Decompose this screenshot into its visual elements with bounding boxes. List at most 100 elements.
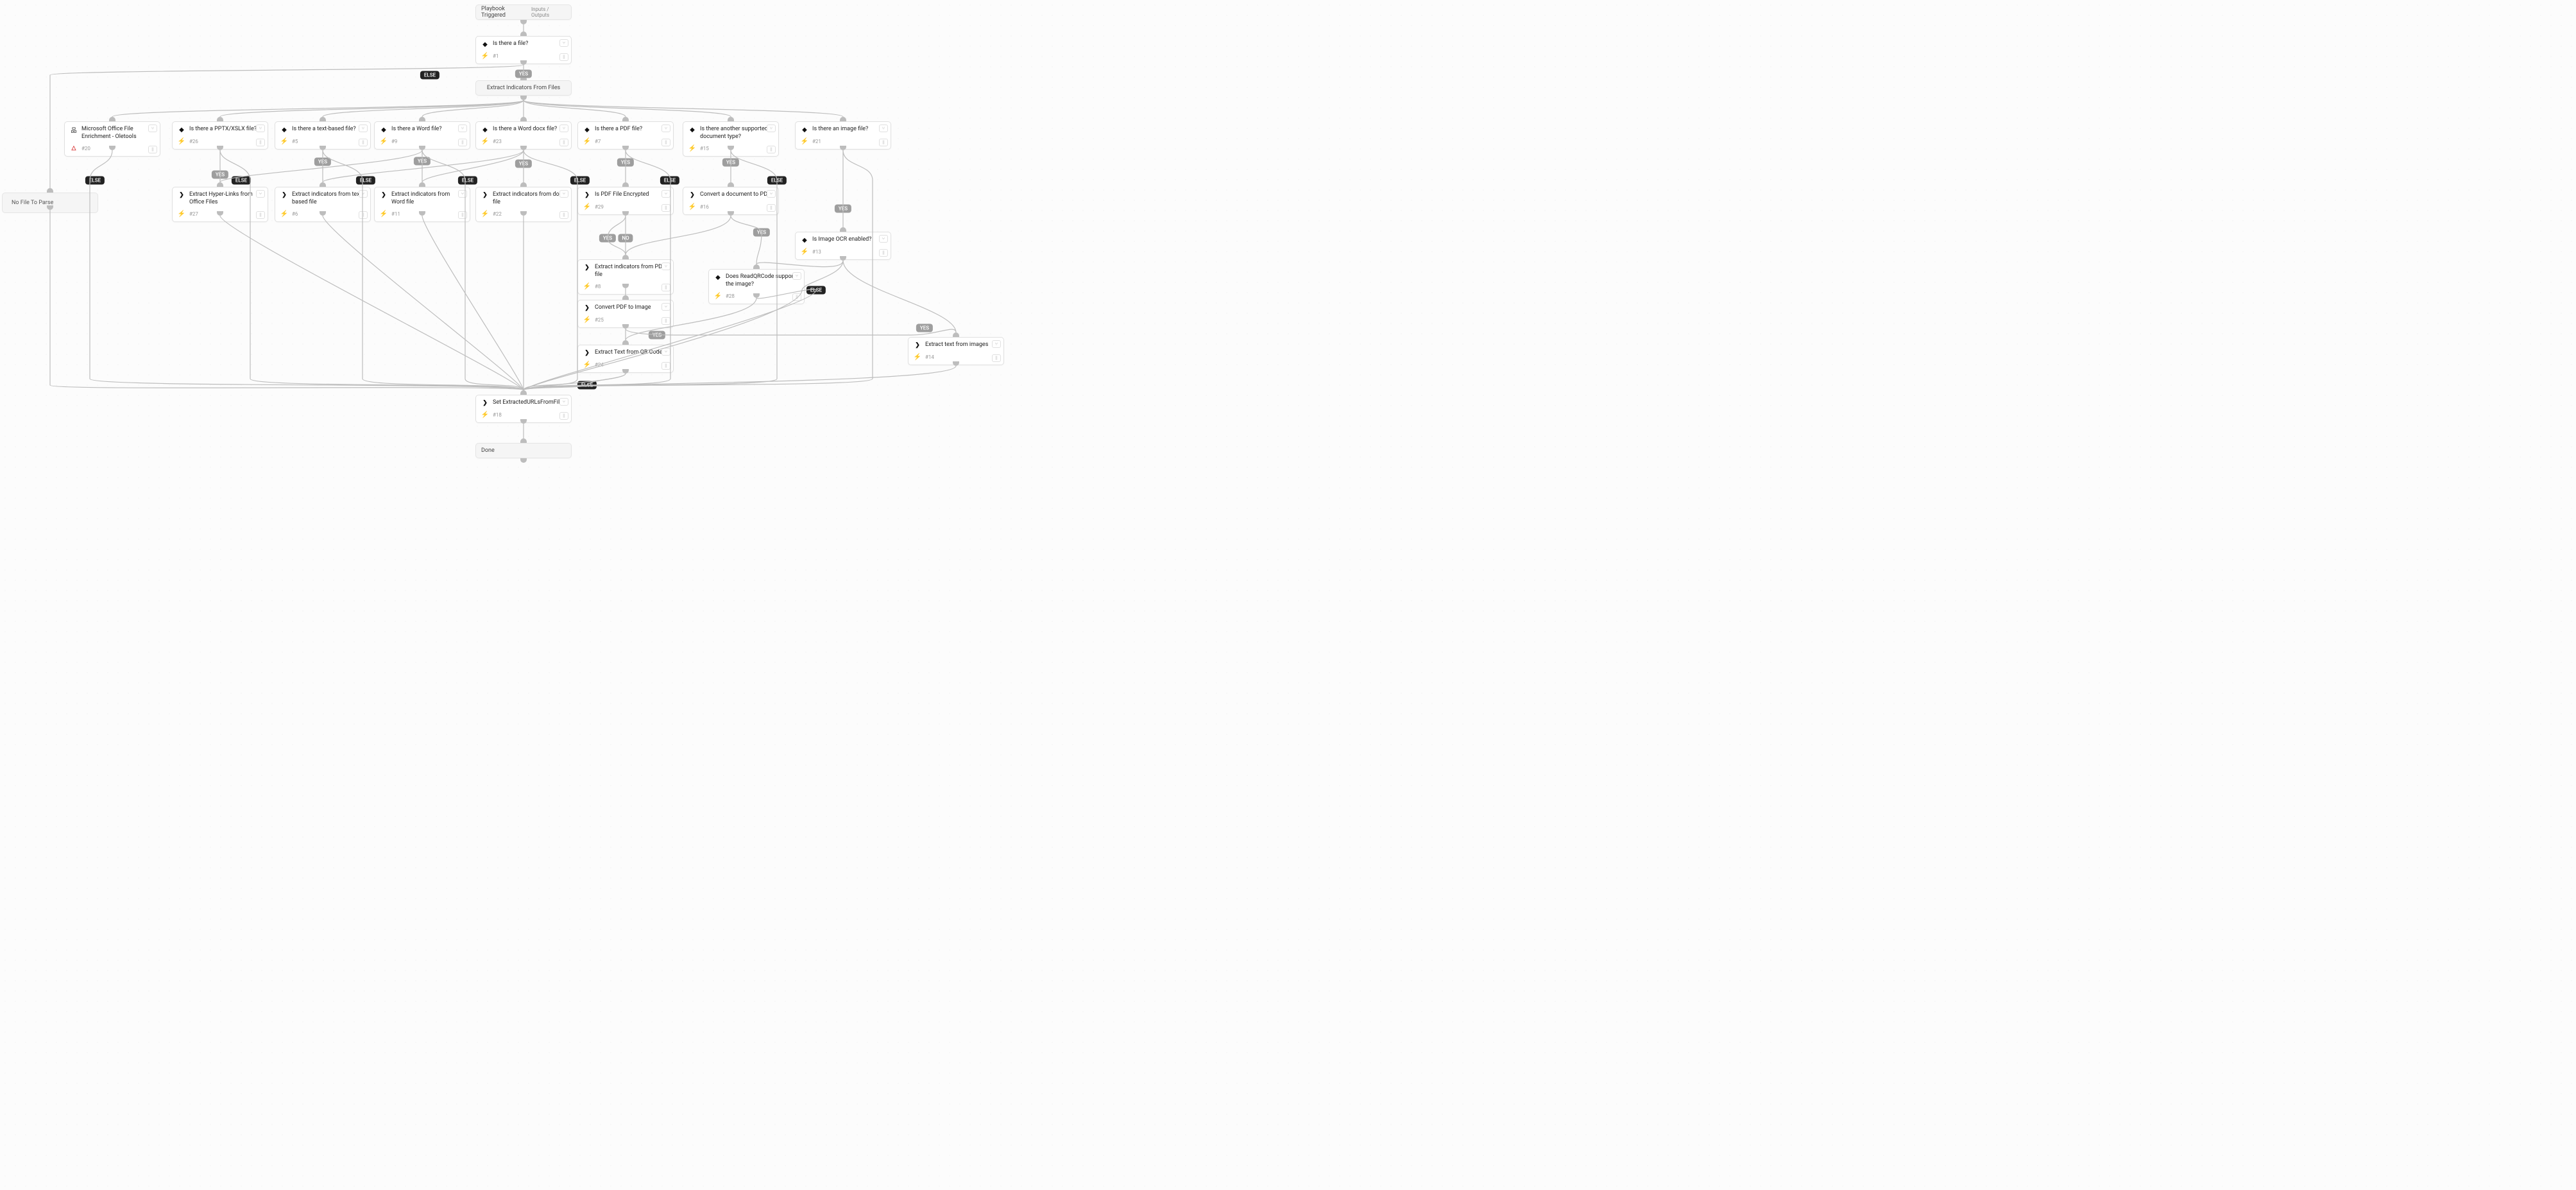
node-id: #7 bbox=[595, 139, 668, 144]
pause-button[interactable]: || bbox=[559, 139, 568, 146]
bolt-icon bbox=[801, 137, 808, 145]
branch-button[interactable]: ⑂ bbox=[359, 190, 368, 198]
diamond-icon bbox=[801, 126, 808, 134]
bolt-icon bbox=[801, 248, 808, 255]
branch-button[interactable]: ⑂ bbox=[661, 263, 670, 270]
title: Is there a PPTX/XSLX file? bbox=[189, 126, 262, 134]
bolt-icon bbox=[481, 411, 489, 418]
pause-button[interactable]: || bbox=[256, 211, 265, 219]
diamond-icon bbox=[178, 126, 185, 134]
node-done[interactable]: Done bbox=[475, 443, 572, 458]
pause-button[interactable]: || bbox=[256, 139, 265, 146]
branch-button[interactable]: ⑂ bbox=[256, 190, 265, 198]
title: Does ReadQRCode support the image? bbox=[726, 273, 799, 288]
port-in bbox=[622, 255, 629, 259]
title: Is there a text-based file? bbox=[292, 126, 365, 134]
branch-button[interactable]: ⑂ bbox=[148, 125, 157, 132]
branch-button[interactable]: ⑂ bbox=[256, 125, 265, 132]
pause-button[interactable]: || bbox=[359, 139, 368, 146]
node-oletools[interactable]: Microsoft Office File Enrichment - Oleto… bbox=[64, 121, 160, 157]
branch-button[interactable]: ⑂ bbox=[767, 190, 776, 198]
branch-button[interactable]: ⑂ bbox=[458, 190, 467, 198]
pause-button[interactable]: || bbox=[767, 204, 776, 212]
badge-yes: YES bbox=[722, 159, 739, 167]
pause-button[interactable]: || bbox=[148, 146, 157, 153]
branch-button[interactable]: ⑂ bbox=[559, 398, 568, 406]
port-in bbox=[320, 182, 326, 187]
branch-button[interactable]: ⑂ bbox=[458, 125, 467, 132]
pause-button[interactable]: || bbox=[767, 146, 776, 153]
title: Is Image OCR enabled? bbox=[812, 236, 885, 244]
branch-button[interactable]: ⑂ bbox=[992, 340, 1001, 348]
pause-button[interactable]: || bbox=[992, 354, 1001, 362]
pause-button[interactable]: || bbox=[458, 139, 467, 146]
node-id: #23 bbox=[493, 139, 566, 144]
port-in bbox=[520, 182, 527, 187]
diamond-icon bbox=[280, 126, 288, 134]
branch-button[interactable]: ⑂ bbox=[661, 190, 670, 198]
port-in bbox=[109, 117, 115, 121]
branch-button[interactable]: ⑂ bbox=[879, 235, 888, 243]
diamond-icon bbox=[583, 126, 591, 134]
title: Extract text from images bbox=[925, 341, 998, 349]
branch-button[interactable]: ⑂ bbox=[661, 348, 670, 356]
chevron-icon bbox=[481, 191, 489, 199]
node-id: #22 bbox=[493, 211, 566, 217]
pause-button[interactable]: || bbox=[559, 211, 568, 219]
pause-button[interactable]: || bbox=[792, 293, 801, 301]
badge-else: ELSE bbox=[232, 177, 251, 185]
node-section-extract[interactable]: Extract Indicators From Files bbox=[475, 80, 572, 96]
node-other-doc[interactable]: Is there another supported document type… bbox=[683, 121, 779, 157]
node-trigger[interactable]: Playbook Triggered Inputs / Outputs bbox=[475, 4, 572, 20]
title: Extract indicators from Word file bbox=[391, 191, 465, 206]
branch-button[interactable]: ⑂ bbox=[359, 125, 368, 132]
node-readqrcode-support[interactable]: Does ReadQRCode support the image? #28 ⑂… bbox=[708, 269, 805, 304]
bolt-icon bbox=[714, 292, 722, 300]
node-no-file[interactable]: No File To Parse bbox=[2, 193, 98, 213]
badge-else: ELSE bbox=[570, 177, 590, 185]
node-id: #15 bbox=[700, 146, 773, 151]
branch-button[interactable]: ⑂ bbox=[559, 190, 568, 198]
pause-button[interactable]: || bbox=[661, 317, 670, 325]
title: Is there a Word file? bbox=[391, 126, 465, 134]
branch-button[interactable]: ⑂ bbox=[661, 303, 670, 311]
port-out bbox=[520, 20, 527, 24]
badge-yes: YES bbox=[212, 171, 228, 179]
pause-button[interactable]: || bbox=[559, 53, 568, 61]
node-extract-word[interactable]: Extract indicators from Word file #11 ⑂ … bbox=[374, 187, 470, 222]
badge-yes: YES bbox=[515, 70, 532, 78]
chevron-icon bbox=[280, 191, 288, 199]
node-extract-pdf[interactable]: Extract indicators from PDF file #8 ⑂ || bbox=[577, 259, 674, 295]
bolt-icon bbox=[583, 137, 591, 145]
node-id: #11 bbox=[391, 211, 465, 217]
bolt-icon bbox=[583, 282, 591, 290]
pause-button[interactable]: || bbox=[458, 211, 467, 219]
port-in bbox=[622, 182, 629, 187]
branch-button[interactable]: ⑂ bbox=[879, 125, 888, 132]
pause-button[interactable]: || bbox=[559, 412, 568, 420]
node-id: #27 bbox=[189, 211, 262, 217]
pause-button[interactable]: || bbox=[661, 204, 670, 212]
pause-button[interactable]: || bbox=[359, 211, 368, 219]
pause-button[interactable]: || bbox=[661, 139, 670, 146]
branch-button[interactable]: ⑂ bbox=[792, 272, 801, 280]
pause-button[interactable]: || bbox=[879, 139, 888, 146]
branch-button[interactable]: ⑂ bbox=[559, 125, 568, 132]
branch-button[interactable]: ⑂ bbox=[661, 125, 670, 132]
branch-button[interactable]: ⑂ bbox=[559, 39, 568, 47]
diamond-icon bbox=[714, 273, 722, 281]
node-extract-docx[interactable]: Extract indicators from docx file #22 ⑂ … bbox=[475, 187, 572, 222]
chevron-icon bbox=[583, 191, 591, 199]
badge-else: ELSE bbox=[458, 177, 477, 185]
pause-button[interactable]: || bbox=[879, 249, 888, 257]
port-in bbox=[840, 117, 846, 121]
bolt-icon bbox=[583, 361, 591, 368]
port-in bbox=[622, 340, 629, 345]
branch-button[interactable]: ⑂ bbox=[767, 125, 776, 132]
pause-button[interactable]: || bbox=[661, 362, 670, 370]
node-extract-hyperlinks[interactable]: Extract Hyper-Links from Office Files #2… bbox=[172, 187, 268, 222]
pause-button[interactable]: || bbox=[661, 284, 670, 291]
node-extract-text[interactable]: Extract indicators from text-based file … bbox=[275, 187, 371, 222]
trigger-io-link[interactable]: Inputs / Outputs bbox=[531, 6, 566, 18]
chevron-icon bbox=[583, 304, 591, 312]
